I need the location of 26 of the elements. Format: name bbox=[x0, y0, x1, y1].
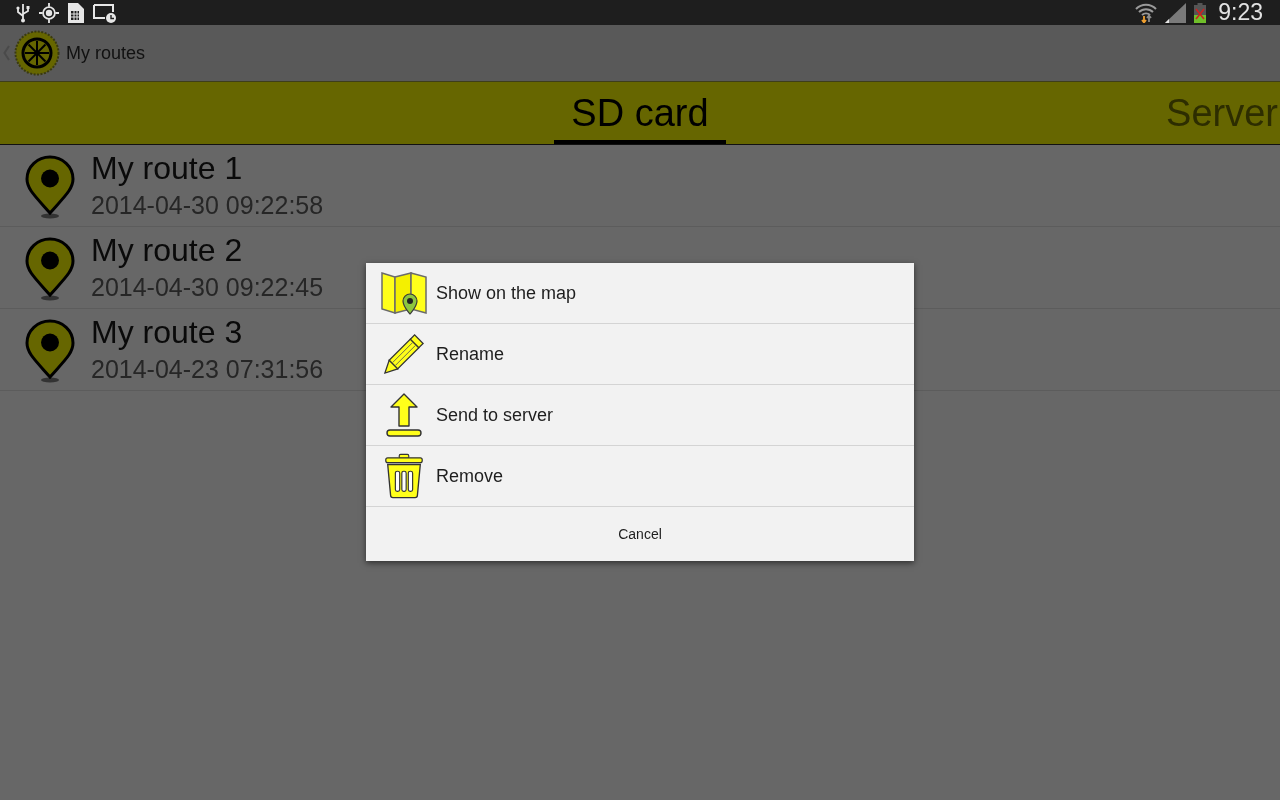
wifi-icon bbox=[1135, 2, 1158, 23]
map-pin-icon bbox=[25, 237, 75, 301]
route-name: My route 1 bbox=[91, 151, 244, 185]
menu-item[interactable]: Send to server bbox=[366, 385, 914, 446]
folded-map-icon bbox=[381, 270, 427, 316]
cancel-button[interactable]: Cancel bbox=[366, 507, 914, 561]
location-crosshair-icon bbox=[39, 2, 59, 23]
usb-icon bbox=[15, 2, 31, 23]
menu-item[interactable]: Show on the map bbox=[366, 263, 914, 324]
route-date: 2014-04-30 09:22:45 bbox=[91, 273, 324, 301]
home-up-button[interactable] bbox=[3, 30, 60, 76]
route-date: 2014-04-30 09:22:58 bbox=[91, 191, 324, 219]
wheel-logo-icon bbox=[14, 30, 60, 76]
route-name: My route 3 bbox=[91, 315, 244, 349]
screen-title: My routes bbox=[66, 42, 146, 64]
route-name: My route 2 bbox=[91, 233, 244, 267]
cell-signal-icon bbox=[1164, 2, 1187, 23]
map-pin-icon bbox=[25, 155, 75, 219]
clock-time: 9:23 bbox=[1218, 0, 1263, 25]
route-date: 2014-04-23 07:31:56 bbox=[91, 355, 324, 383]
battery-icon bbox=[1193, 2, 1208, 23]
pencil-icon bbox=[381, 331, 427, 377]
menu-item[interactable]: Rename bbox=[366, 324, 914, 385]
map-pin-icon bbox=[25, 319, 75, 383]
menu-item[interactable]: Remove bbox=[366, 446, 914, 507]
route-list-item[interactable]: My route 1 2014-04-30 09:22:58 bbox=[0, 145, 1280, 227]
